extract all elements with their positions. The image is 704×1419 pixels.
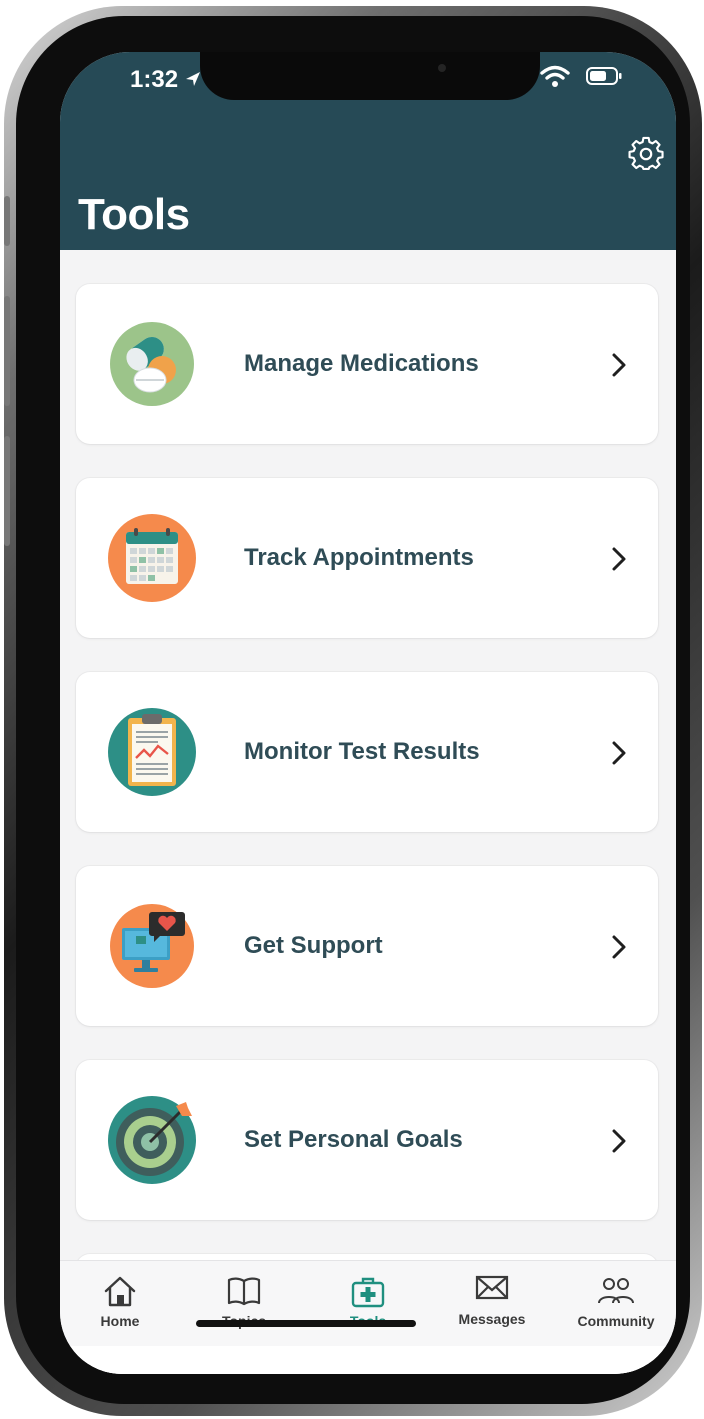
battery-icon (586, 67, 622, 85)
home-indicator[interactable] (196, 1320, 416, 1327)
mute-switch (4, 196, 10, 246)
status-time: 1:32 (130, 66, 179, 93)
camera-dot (438, 64, 446, 72)
wifi-icon (540, 65, 570, 87)
tab-label: Community (577, 1313, 655, 1329)
tool-label: Monitor Test Results (244, 738, 480, 765)
chevron-right-icon (612, 547, 626, 571)
volume-up-button (4, 296, 10, 406)
tool-label: Get Support (244, 932, 383, 959)
tool-card-set-personal-goals[interactable]: Set Personal Goals (76, 1060, 658, 1220)
monitor-heart-icon (110, 904, 194, 988)
medical-kit-icon (351, 1277, 385, 1308)
calendar-icon (108, 514, 196, 602)
tool-card-track-appointments[interactable]: Track Appointments (76, 478, 658, 638)
app-screen: 1:32 Tools Manage Medications Track Appo… (60, 52, 676, 1374)
bottom-tab-bar: Home Topics Tools Messages (60, 1260, 676, 1346)
tab-tools[interactable]: Tools (308, 1261, 428, 1347)
chevron-right-icon (612, 353, 626, 377)
tab-label: Home (100, 1313, 140, 1329)
tool-label: Set Personal Goals (244, 1126, 463, 1153)
chevron-right-icon (612, 741, 626, 765)
tool-card-manage-medications[interactable]: Manage Medications (76, 284, 658, 444)
app-header: 1:32 Tools (60, 52, 676, 250)
tab-home[interactable]: Home (60, 1261, 180, 1347)
chevron-right-icon (612, 1129, 626, 1153)
tool-card-monitor-test-results[interactable]: Monitor Test Results (76, 672, 658, 832)
clipboard-chart-icon (108, 708, 196, 796)
tab-community[interactable]: Community (556, 1261, 676, 1347)
page-title: Tools (78, 190, 190, 239)
people-icon (598, 1278, 634, 1304)
tools-list: Manage Medications Track Appointments Mo… (60, 250, 676, 1374)
tab-topics[interactable]: Topics (184, 1261, 304, 1347)
pills-icon (110, 322, 194, 406)
gear-icon[interactable] (628, 136, 664, 172)
tab-label: Messages (458, 1311, 526, 1327)
location-arrow-icon (186, 72, 200, 86)
home-icon (104, 1276, 136, 1307)
phone-notch (200, 52, 540, 100)
target-icon (108, 1096, 196, 1184)
chevron-right-icon (612, 935, 626, 959)
tool-label: Track Appointments (244, 544, 474, 571)
home-indicator-area (60, 1346, 676, 1374)
volume-down-button (4, 436, 10, 546)
tool-card-get-support[interactable]: Get Support (76, 866, 658, 1026)
book-icon (227, 1277, 261, 1306)
tool-label: Manage Medications (244, 350, 479, 377)
tab-messages[interactable]: Messages (432, 1261, 552, 1347)
envelope-icon (475, 1275, 509, 1300)
